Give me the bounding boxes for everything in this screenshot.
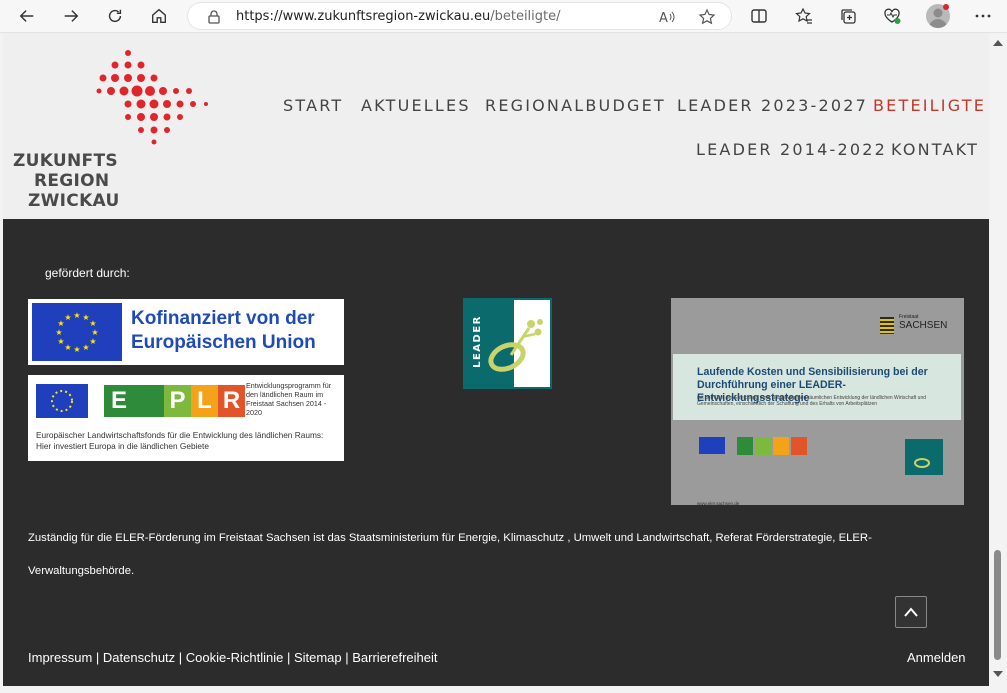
- forward-icon[interactable]: [57, 3, 85, 29]
- svg-text:★: ★: [73, 345, 80, 354]
- url-text[interactable]: https://www.zukunftsregion-zwickau.eu/be…: [236, 9, 561, 24]
- svg-text:★: ★: [91, 328, 98, 337]
- page-scrollbar[interactable]: [989, 33, 1007, 686]
- logo-line-3: ZWICKAU: [28, 191, 120, 211]
- back-icon[interactable]: [13, 3, 41, 29]
- nav-kontakt[interactable]: KONTAKT: [891, 140, 979, 159]
- svg-text:★: ★: [55, 328, 62, 337]
- logo-line-1: ZUKUNFTS: [13, 151, 118, 171]
- window-bottom-edge: [0, 686, 1007, 693]
- responsibility-text: Zuständig für die ELER-Förderung im Frei…: [28, 532, 872, 577]
- svg-text:★: ★: [64, 313, 71, 322]
- eplr-letter-l: L: [191, 385, 218, 417]
- notification-dot: [943, 4, 949, 10]
- scroll-to-top-button[interactable]: [895, 596, 927, 628]
- sachsen-plaque: Freistaat SACHSEN Laufende Kosten und Se…: [671, 298, 964, 506]
- eu-banner-line-1: Kofinanziert von der: [131, 308, 315, 329]
- page-viewport: ZUKUNFTS REGION ZWICKAU START AKTUELLES …: [3, 33, 989, 686]
- link-impressum[interactable]: Impressum: [28, 650, 92, 665]
- scroll-up-arrow-icon[interactable]: [993, 40, 1003, 46]
- sachsen-coat-of-arms-icon: [880, 317, 894, 334]
- leader-logo: LEADER: [463, 298, 552, 389]
- browser-essentials-icon[interactable]: [879, 4, 905, 28]
- eplr-letter-r: R: [218, 385, 245, 417]
- collections-icon[interactable]: [835, 4, 861, 28]
- svg-text:★: ★: [82, 343, 89, 352]
- eplr-program-text: Entwicklungsprogramm für den ländlichen …: [246, 381, 332, 417]
- eu-flag-small-icon: [36, 384, 88, 418]
- link-separator: |: [341, 650, 353, 665]
- eu-banner-line-2: Europäischen Union: [131, 332, 316, 353]
- svg-text:★: ★: [73, 311, 80, 320]
- link-separator: |: [92, 650, 103, 665]
- scrollbar-thumb[interactable]: [994, 550, 1001, 660]
- plaque-state: SACHSEN: [899, 320, 948, 331]
- read-aloud-icon[interactable]: A: [658, 8, 676, 26]
- link-barrierefreiheit[interactable]: Barrierefreiheit: [352, 650, 437, 665]
- link-cookie-richtlinie[interactable]: Cookie-Richtlinie: [186, 650, 284, 665]
- svg-text:★: ★: [57, 337, 64, 346]
- eu-banner-text: Kofinanziert von der Europäischen Union: [131, 307, 316, 355]
- login-link[interactable]: Anmelden: [907, 650, 966, 665]
- nav-leader-2014-2022[interactable]: LEADER 2014-2022: [696, 140, 887, 159]
- link-separator: |: [283, 650, 294, 665]
- site-logo[interactable]: ZUKUNFTS REGION ZWICKAU: [11, 45, 221, 211]
- logo-dots-icon: [96, 50, 208, 145]
- eu-cofunded-banner: ★ ★ ★ ★ ★ ★ ★ ★ ★ ★ ★ ★ Kofinanziert von der Europ…: [28, 299, 344, 365]
- refresh-icon[interactable]: [101, 3, 129, 29]
- nav-start[interactable]: START: [283, 96, 343, 115]
- svg-text:A: A: [659, 11, 668, 26]
- svg-text:★: ★: [89, 319, 96, 328]
- plaque-website: www.eler.sachsen.de: [697, 501, 740, 506]
- eplr-fund-text: Europäischer Landwirtschaftsfonds für di…: [36, 430, 324, 451]
- eu-flag-icon: ★ ★ ★ ★ ★ ★ ★ ★ ★ ★ ★ ★: [32, 303, 122, 361]
- nav-regionalbudget[interactable]: REGIONALBUDGET: [485, 96, 666, 115]
- url-host: https://www.zukunftsregion-zwickau.eu: [236, 9, 491, 24]
- url-path: /beteiligte/: [490, 9, 561, 24]
- home-icon[interactable]: [145, 3, 173, 29]
- link-separator: |: [175, 650, 186, 665]
- svg-text:★: ★: [89, 337, 96, 346]
- link-sitemap[interactable]: Sitemap: [294, 650, 342, 665]
- svg-text:★: ★: [64, 343, 71, 352]
- eplr-spacer: [134, 385, 164, 417]
- plaque-eplr-strip: [699, 437, 943, 475]
- leader-sprout-icon: [488, 319, 543, 372]
- eplr-letters: E P L R: [104, 385, 245, 417]
- favorites-icon[interactable]: [791, 4, 817, 28]
- favorite-star-icon[interactable]: [698, 8, 716, 26]
- link-datenschutz[interactable]: Datenschutz: [103, 650, 175, 665]
- split-screen-icon[interactable]: [746, 4, 772, 28]
- nav-aktuelles[interactable]: AKTUELLES: [361, 96, 471, 115]
- scroll-down-arrow-icon[interactable]: [993, 671, 1003, 677]
- chevron-up-icon: [904, 607, 918, 617]
- eplr-letter-e: E: [104, 385, 134, 417]
- footer-links: Impressum | Datenschutz | Cookie-Richtli…: [28, 650, 438, 665]
- nav-leader-2023-2027[interactable]: LEADER 2023-2027: [677, 96, 868, 115]
- more-icon[interactable]: [970, 4, 996, 28]
- eplr-letter-p: P: [164, 385, 191, 417]
- lock-icon[interactable]: [206, 9, 222, 25]
- plaque-subtitle: mit dem Ziel der Erreichung einer ausgew…: [697, 395, 927, 407]
- nav-beteiligte[interactable]: BETEILIGTE: [873, 96, 986, 115]
- eplr-banner: E P L R Entwicklungsprogramm für den län…: [28, 375, 344, 461]
- site-header: ZUKUNFTS REGION ZWICKAU START AKTUELLES …: [3, 33, 989, 219]
- address-bar[interactable]: https://www.zukunftsregion-zwickau.eu/be…: [187, 2, 732, 30]
- logo-wordmark: ZUKUNFTS REGION ZWICKAU: [13, 151, 120, 211]
- funded-by-label: gefördert durch:: [45, 266, 130, 280]
- browser-toolbar: https://www.zukunftsregion-zwickau.eu/be…: [0, 0, 1007, 33]
- logo-line-2: REGION: [34, 171, 110, 191]
